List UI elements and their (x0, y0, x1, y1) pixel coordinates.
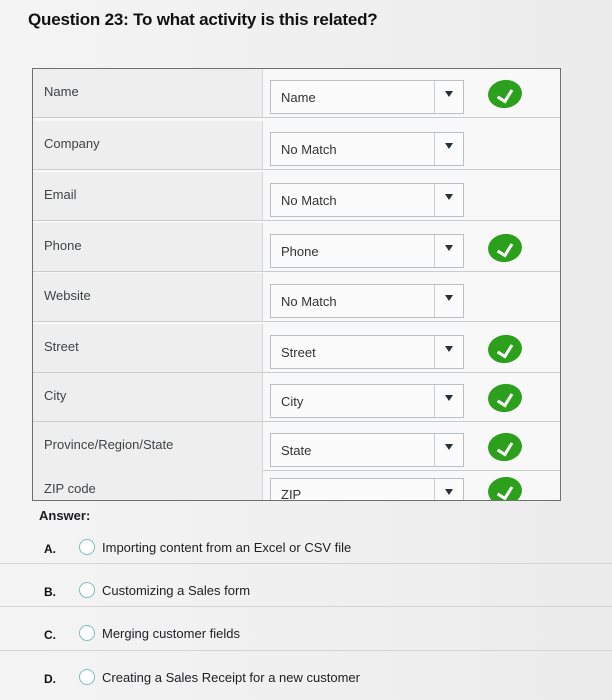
field-select[interactable]: No Match (270, 183, 464, 217)
option-letter: B. (44, 585, 56, 599)
selected-field-value: Phone (281, 244, 319, 259)
selected-field-value: No Match (281, 193, 337, 208)
source-field-cell: Street (33, 324, 263, 372)
source-field-cell: Name (33, 69, 263, 117)
chevron-down-icon[interactable] (445, 245, 453, 251)
mapping-row-email: Email No Match (33, 172, 560, 221)
answer-label: Answer: (39, 508, 91, 523)
source-field-cell: Company (33, 121, 263, 169)
select-divider (434, 479, 435, 500)
select-divider (434, 81, 435, 113)
field-select[interactable]: Phone (270, 234, 464, 268)
mapping-row-province: Province/Region/State State (33, 422, 560, 471)
chevron-down-icon[interactable] (445, 91, 453, 97)
option-divider (0, 606, 612, 607)
chevron-down-icon[interactable] (445, 444, 453, 450)
select-divider (434, 385, 435, 417)
chevron-down-icon[interactable] (445, 489, 453, 495)
option-text: Importing content from an Excel or CSV f… (102, 540, 352, 555)
selected-field-value: No Match (281, 294, 337, 309)
source-field-label: ZIP code (44, 481, 96, 496)
selected-field-value: Street (281, 345, 316, 360)
field-select[interactable]: ZIP (270, 478, 464, 501)
field-select[interactable]: Street (270, 335, 464, 369)
mapping-row-street: Street Street (33, 324, 560, 373)
source-field-label: Province/Region/State (44, 437, 174, 452)
source-field-cell: Website (33, 273, 263, 321)
select-divider (434, 184, 435, 216)
field-select[interactable]: City (270, 384, 464, 418)
chevron-down-icon[interactable] (445, 295, 453, 301)
option-text: Customizing a Sales form (102, 583, 251, 598)
field-select[interactable]: No Match (270, 284, 464, 318)
mapping-row-city: City City (33, 373, 560, 422)
option-divider (0, 563, 612, 564)
source-field-label: Name (44, 84, 79, 99)
radio-button[interactable] (79, 582, 95, 598)
answer-option-c[interactable]: C. Merging customer fields (44, 624, 404, 652)
select-divider (434, 285, 435, 317)
option-letter: A. (44, 542, 56, 556)
option-text: Creating a Sales Receipt for a new custo… (102, 670, 360, 685)
radio-button[interactable] (79, 669, 95, 685)
radio-button[interactable] (79, 539, 95, 555)
mapping-row-website: Website No Match (33, 273, 560, 322)
source-field-label: Phone (44, 238, 82, 253)
chevron-down-icon[interactable] (445, 194, 453, 200)
chevron-down-icon[interactable] (445, 346, 453, 352)
source-field-cell: City (33, 373, 263, 421)
select-divider (434, 133, 435, 165)
check-icon (486, 474, 524, 500)
selected-field-value: ZIP (281, 487, 302, 501)
source-field-cell: ZIP code (33, 470, 263, 500)
field-select[interactable]: No Match (270, 132, 464, 166)
radio-button[interactable] (79, 625, 95, 641)
option-letter: C. (44, 628, 56, 642)
check-icon (486, 430, 524, 464)
select-divider (434, 434, 435, 466)
answer-option-d[interactable]: D. Creating a Sales Receipt for a new cu… (44, 668, 404, 696)
option-text: Merging customer fields (102, 626, 240, 641)
selected-field-value: City (281, 394, 304, 409)
check-icon (486, 231, 524, 265)
chevron-down-icon[interactable] (445, 395, 453, 401)
source-field-label: Street (44, 339, 79, 354)
mapping-row-zip: ZIP code ZIP (33, 470, 560, 501)
chevron-down-icon[interactable] (445, 143, 453, 149)
check-icon (486, 332, 524, 366)
quiz-page: Question 23: To what activity is this re… (0, 0, 612, 700)
source-field-cell: Province/Region/State (33, 422, 263, 470)
field-select[interactable]: State (270, 433, 464, 467)
option-divider (0, 650, 612, 651)
mapping-row-phone: Phone Phone (33, 223, 560, 272)
source-field-label: Website (44, 288, 91, 303)
source-field-label: Email (44, 187, 77, 202)
selected-field-value: No Match (281, 142, 337, 157)
field-select[interactable]: Name (270, 80, 464, 114)
answer-option-b[interactable]: B. Customizing a Sales form (44, 581, 404, 609)
check-icon (486, 381, 524, 415)
selected-field-value: State (281, 443, 312, 458)
selected-field-value: Name (281, 90, 316, 105)
option-letter: D. (44, 672, 56, 686)
select-divider (434, 235, 435, 267)
source-field-cell: Email (33, 172, 263, 220)
question-title: Question 23: To what activity is this re… (28, 10, 378, 29)
source-field-label: Company (44, 136, 100, 151)
mapping-row-name: Name Name (33, 69, 560, 118)
check-icon (486, 77, 524, 111)
answer-option-a[interactable]: A. Importing content from an Excel or CS… (44, 538, 404, 566)
source-field-cell: Phone (33, 223, 263, 271)
source-field-label: City (44, 388, 67, 403)
select-divider (434, 336, 435, 368)
field-mapping-panel: Name Name Company No Match Email No Matc… (32, 68, 561, 501)
mapping-row-company: Company No Match (33, 121, 560, 170)
